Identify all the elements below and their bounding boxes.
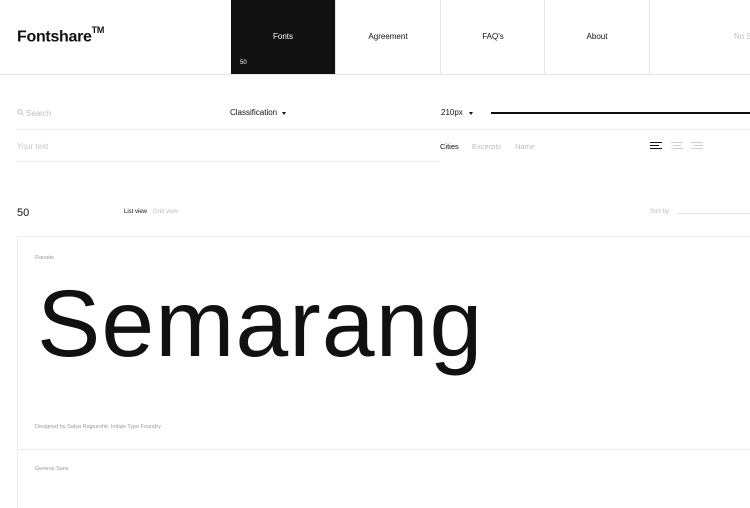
font-family-label: General Sans xyxy=(35,466,69,472)
list-view-toggle[interactable]: List view xyxy=(124,209,147,215)
grid-view-toggle[interactable]: Grid view xyxy=(153,209,178,215)
nav-no-slop[interactable]: No Sl xyxy=(649,0,750,74)
sample-tab-excerpts[interactable]: Excerpts xyxy=(472,142,501,151)
font-card[interactable]: Ranade Semarang Designed by Satya Rajpur… xyxy=(17,236,750,450)
font-size-slider[interactable] xyxy=(491,112,750,114)
sort-by-dropdown[interactable]: Sort by xyxy=(650,209,669,215)
filter-divider xyxy=(17,129,750,130)
font-count: 50 xyxy=(17,207,30,219)
nav-fonts[interactable]: Fonts 50 xyxy=(231,0,335,74)
sample-tab-cities[interactable]: Cities xyxy=(440,142,459,151)
search-input[interactable] xyxy=(26,106,176,120)
font-family-label: Ranade xyxy=(35,255,55,261)
classification-label: Classification xyxy=(230,108,278,117)
font-card[interactable]: General Sans xyxy=(17,448,750,508)
classification-chevron-down-icon xyxy=(282,112,286,115)
align-right-icon[interactable] xyxy=(691,142,703,149)
fonts-count-badge: 50 xyxy=(240,60,247,66)
sample-tab-name[interactable]: Name xyxy=(515,142,535,151)
font-designer: Designed by Satya Rajpurohit, Indian Typ… xyxy=(35,424,161,430)
align-center-icon[interactable] xyxy=(671,142,683,149)
font-specimen: Semarang xyxy=(37,271,484,377)
sort-underline xyxy=(677,213,750,214)
preview-text-input[interactable] xyxy=(17,139,437,153)
font-size-value: 210px xyxy=(441,108,463,117)
fontshare-logo[interactable]: FontshareTM xyxy=(17,25,104,46)
nav-about[interactable]: About xyxy=(544,0,649,74)
search-icon xyxy=(17,109,24,116)
text-input-underline xyxy=(17,161,440,162)
align-left-icon[interactable] xyxy=(650,142,662,149)
nav-faqs[interactable]: FAQ's xyxy=(440,0,545,74)
font-size-dropdown[interactable]: 210px xyxy=(441,108,463,117)
site-header: FontshareTM Fonts 50 Agreement FAQ's Abo… xyxy=(0,0,750,75)
size-chevron-down-icon xyxy=(469,112,473,115)
classification-dropdown[interactable]: Classification xyxy=(230,108,277,117)
nav-agreement[interactable]: Agreement xyxy=(335,0,440,74)
